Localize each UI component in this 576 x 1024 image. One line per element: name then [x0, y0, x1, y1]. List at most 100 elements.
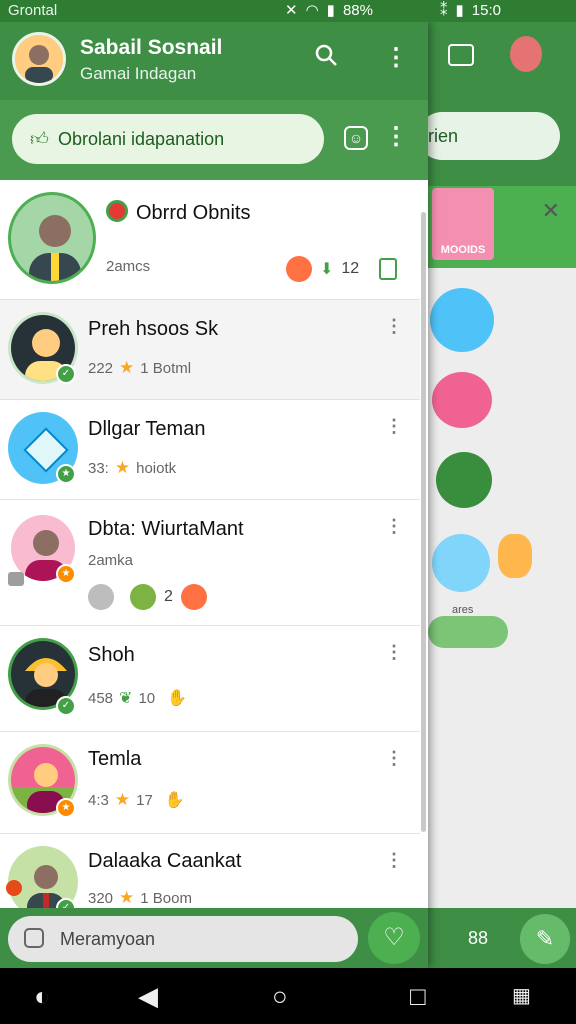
- navigation-bar: ◐ ◀ ○ □ ▦: [0, 968, 576, 1024]
- reaction-count: 10: [138, 689, 156, 707]
- mute-icon: ✕: [285, 2, 298, 19]
- camera-badge: [8, 572, 24, 586]
- wifi-icon: ◠: [305, 2, 319, 19]
- sticker-icon[interactable]: ☺: [344, 126, 368, 150]
- close-icon[interactable]: ✕: [542, 198, 560, 224]
- row-menu-icon[interactable]: ⋮: [385, 748, 404, 769]
- camera-icon[interactable]: [24, 928, 44, 948]
- thumbs-up-icon: ✋: [167, 690, 188, 707]
- row-menu-icon[interactable]: ⋮: [385, 316, 404, 337]
- status-icons: ✕ ◠ ▮ 88%: [285, 0, 373, 22]
- row-menu-icon[interactable]: ⋮: [385, 516, 404, 537]
- member-count: 320: [88, 889, 114, 907]
- search-icon[interactable]: [310, 42, 342, 74]
- online-badge: ✓: [56, 696, 76, 716]
- camera-badge: [6, 880, 22, 896]
- background-avatar[interactable]: [510, 36, 542, 72]
- clock-label: 15:0: [471, 2, 501, 19]
- row-menu-icon[interactable]: ⋮: [385, 850, 404, 871]
- home-button[interactable]: ○: [272, 982, 288, 1010]
- background-search-input[interactable]: rien: [418, 112, 560, 160]
- chat-status: 1 Boom: [140, 889, 192, 907]
- award-badge: ★: [56, 798, 76, 818]
- background-message-pill[interactable]: [428, 616, 508, 648]
- thumbs-up-icon: ✋: [164, 792, 185, 809]
- member-count: 33:: [88, 459, 109, 477]
- chat-name: Dbta: WiurtaMant: [88, 518, 244, 540]
- chat-meta: 2amka: [88, 552, 133, 569]
- chat-meta: 2amcs: [106, 258, 150, 275]
- filter-bar: 👍︎ Obrolani idapanation ☺ ⋮: [0, 100, 428, 180]
- background-card[interactable]: MOOIDS ✕: [428, 186, 576, 268]
- star-icon: ★: [114, 458, 131, 477]
- pencil-icon: ✎: [535, 926, 555, 951]
- assistant-icon[interactable]: ◐: [34, 982, 50, 1010]
- gallery-icon[interactable]: [448, 44, 474, 66]
- background-bottom-label: 88: [468, 928, 489, 948]
- chat-filter-label: Obrolani idapanation: [58, 129, 225, 149]
- chat-meta: 222 ★ 1 Botml: [88, 358, 191, 378]
- reactions: ⬇ 12: [286, 256, 398, 282]
- filter-more-icon[interactable]: ⋮: [384, 122, 408, 151]
- profile-avatar[interactable]: [12, 32, 66, 86]
- list-item[interactable]: ★ Temla 4:3 ★ 17 ✋ ⋮: [0, 732, 420, 834]
- sticker-label: ares: [452, 604, 474, 616]
- row-menu-icon[interactable]: ⋮: [385, 416, 404, 437]
- chat-meta: 458 ❦ 10 ✋: [88, 688, 187, 708]
- bag-icon[interactable]: [379, 258, 398, 280]
- list-item[interactable]: ✓ Preh hsoos Sk 222 ★ 1 Botml ⋮: [0, 300, 420, 400]
- leaf-icon: ⬇: [320, 261, 334, 278]
- chat-list: Obrrd Obnits 2amcs ⬇ 12 ✓ Preh hsoos Sk …: [0, 180, 428, 908]
- phone-screen: Grontal ✕ ◠ ▮ 88% ⁑ ▮ 15:0 rien MOOIDS ✕: [0, 0, 576, 1024]
- star-icon: ★: [114, 790, 131, 809]
- chat-meta: 33: ★ hoiotk: [88, 458, 176, 478]
- message-input[interactable]: Meramyoan: [8, 916, 358, 962]
- chat-meta: 320 ★ 1 Boom: [88, 888, 192, 908]
- online-badge: ★: [56, 464, 76, 484]
- sticker-avatar: [432, 534, 490, 592]
- avatar-art: [29, 215, 81, 281]
- favorite-button[interactable]: ♡: [368, 912, 420, 964]
- row-menu-icon[interactable]: ⋮: [385, 642, 404, 663]
- message-placeholder: Meramyoan: [60, 929, 156, 949]
- scrollbar[interactable]: [421, 212, 426, 832]
- keyboard-icon[interactable]: ▦: [512, 982, 531, 1010]
- edit-fab[interactable]: ✎: [520, 914, 570, 964]
- reaction-count: 17: [136, 791, 153, 809]
- list-item[interactable]: ★ Dbta: WiurtaMant 2amka 2 ⋮: [0, 500, 420, 626]
- chat-name: Obrrd Obnits: [136, 202, 251, 224]
- emoji-icon: [286, 256, 312, 282]
- emoji-icon: [180, 584, 207, 610]
- thumbs-up-icon: 👍︎: [30, 129, 49, 149]
- chat-filter-pill[interactable]: 👍︎ Obrolani idapanation: [12, 114, 324, 164]
- chat-drawer: Sabail Sosnail Gamai Indagan ⋮ 👍︎ Obrola…: [0, 22, 428, 968]
- star-icon: ★: [119, 888, 135, 907]
- online-badge: ✓: [56, 364, 76, 384]
- recents-button[interactable]: □: [410, 982, 426, 1010]
- star-icon: ★: [119, 358, 135, 377]
- chat-name: Shoh: [88, 644, 135, 666]
- emoji-icon: [88, 584, 114, 610]
- chat-meta: 4:3 ★ 17 ✋: [88, 790, 185, 810]
- status-icons-right: ⁑ ▮ 15:0: [440, 0, 501, 22]
- list-item[interactable]: Obrrd Obnits 2amcs ⬇ 12: [0, 180, 420, 300]
- app-subtitle: Gamai Indagan: [80, 64, 197, 83]
- list-item[interactable]: ★ Dllgar Teman 33: ★ hoiotk ⋮: [0, 400, 420, 500]
- chat-time: 2amka: [88, 552, 134, 569]
- more-options-icon[interactable]: ⋮: [382, 42, 410, 74]
- profile-avatar-art: [15, 35, 63, 83]
- chat-status: hoiotk: [136, 459, 177, 477]
- award-badge: ★: [56, 564, 76, 584]
- card-label: MOOIDS: [440, 244, 486, 256]
- reaction-count: 12: [341, 260, 360, 277]
- background-panel: rien MOOIDS ✕ ares 88 ✎: [418, 22, 576, 968]
- back-button[interactable]: ◀: [138, 982, 158, 1010]
- sticker-avatar: [498, 534, 532, 578]
- chat-name: Temla: [88, 748, 142, 770]
- battery-label: 88%: [342, 2, 373, 19]
- app-header: Sabail Sosnail Gamai Indagan ⋮: [0, 22, 428, 100]
- list-item[interactable]: ✓ Dalaaka Caankat 320 ★ 1 Boom ⋮: [0, 834, 420, 908]
- list-item[interactable]: ✓ Shoh 458 ❦ 10 ✋ ⋮: [0, 626, 420, 732]
- leaf-icon: ❦: [119, 690, 133, 707]
- reactions: 2: [88, 584, 207, 610]
